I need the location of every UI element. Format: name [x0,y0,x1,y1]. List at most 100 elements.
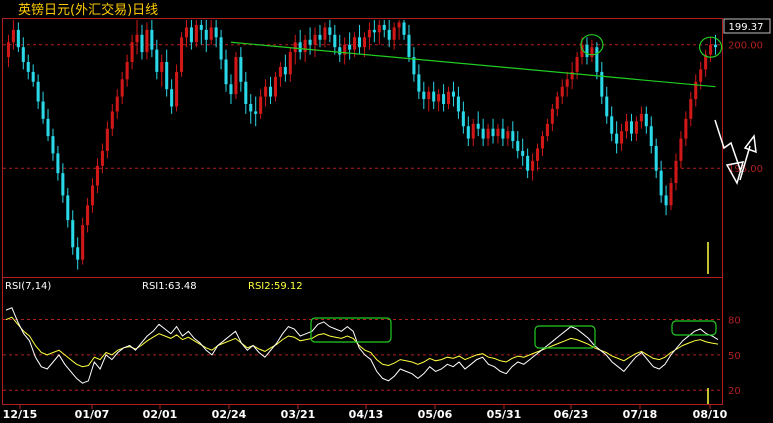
candle-body [491,128,495,137]
candle-body [26,62,30,72]
candle-body [679,138,683,161]
candle-body [199,24,203,30]
rsi-tick-label: 20 [728,386,741,397]
candle-body [61,173,65,196]
candle-body [357,37,362,48]
candle-body [160,62,164,72]
candle-body [476,123,480,129]
candle-body [76,247,80,260]
candle-body [565,79,569,87]
candle-body [526,155,530,171]
x-tick-label: 02/01 [143,408,178,421]
candle-body [540,136,545,149]
candles [6,20,718,274]
candle-body [6,42,11,58]
x-tick-label: 03/21 [281,408,316,421]
chart-title: 英镑日元(外汇交易)日线 [18,2,158,18]
candle-body [689,99,693,119]
x-tick-label: 08/10 [693,408,728,421]
x-tick-label: 05/06 [418,408,453,421]
candle-body [264,86,268,97]
candle-body [179,37,184,72]
candle-body [333,34,337,48]
x-tick-label: 02/24 [212,408,247,421]
candle-body [41,101,45,119]
candle-body [545,123,549,137]
candle-body [278,66,282,77]
rsi-tick-labels: 80 50 20 [728,316,741,398]
candle-body [184,27,189,38]
candle-body [219,37,223,60]
candle-body [95,165,100,186]
y-tick-labels: 200.00 195.00 [728,41,763,176]
x-tick-label: 12/15 [3,408,38,421]
candle-body [560,86,564,97]
candle-body [437,94,441,102]
candle-body [699,69,703,82]
candle-body [56,153,60,174]
candle-body [249,104,253,112]
candle-body [516,141,520,151]
candle-body [684,118,688,139]
candle-body [461,111,465,127]
candle-body [209,27,213,40]
candle-body [550,108,554,124]
candle-body [165,62,169,90]
candle-body [709,44,713,55]
candle-body [239,57,243,82]
candle-body [535,148,540,161]
candle-body [155,49,159,72]
candle-body [496,128,500,137]
candle-body [417,74,421,92]
candle-body [308,39,312,45]
candle-body [442,94,446,104]
candle-body [268,86,273,97]
candle-body [511,131,515,142]
x-tick-label: 05/31 [487,408,522,421]
candle-body [644,113,648,127]
candle-body [446,91,451,104]
candle-body [283,66,287,75]
candle-body [387,29,391,40]
rsi-tick-label: 50 [728,351,741,362]
candle-body [259,96,263,114]
candle-body [11,29,15,43]
candle-body [244,81,248,104]
candle-body [471,123,475,139]
candle-body [451,91,456,97]
x-tick-label: 06/23 [554,408,589,421]
candle-body [629,121,634,134]
candle-body [293,42,297,53]
candle-body [353,37,357,50]
candle-body [481,128,485,139]
candle-body [125,62,129,80]
rsi-panel-frame [2,277,723,405]
candle-body [659,170,663,196]
candle-body [214,27,218,38]
candle-body [372,29,376,33]
candle-body [338,47,342,55]
candle-body [620,131,624,144]
candle-body [639,113,643,122]
candle-body [313,34,317,45]
candle-body [624,121,629,132]
candle-body [90,185,95,206]
candle-body [303,39,307,53]
candle-body [86,205,90,226]
candle-body [224,59,228,85]
candle-body [234,57,238,95]
candle-body [170,89,174,107]
candle-body [575,57,579,72]
candle-body [595,47,599,72]
candle-body [194,24,198,43]
candle-body [318,34,322,40]
candle-body [427,91,431,100]
candle-body [654,146,658,171]
candle-body [204,29,208,40]
candle-body [100,150,104,166]
candle-body [120,79,124,97]
candle-body [402,22,406,35]
y-tick-label: 195.00 [728,164,763,175]
x-tick-labels: 12/15 01/07 02/01 02/24 03/21 04/13 05/06 05/31… [3,405,728,421]
candle-body [486,128,490,139]
